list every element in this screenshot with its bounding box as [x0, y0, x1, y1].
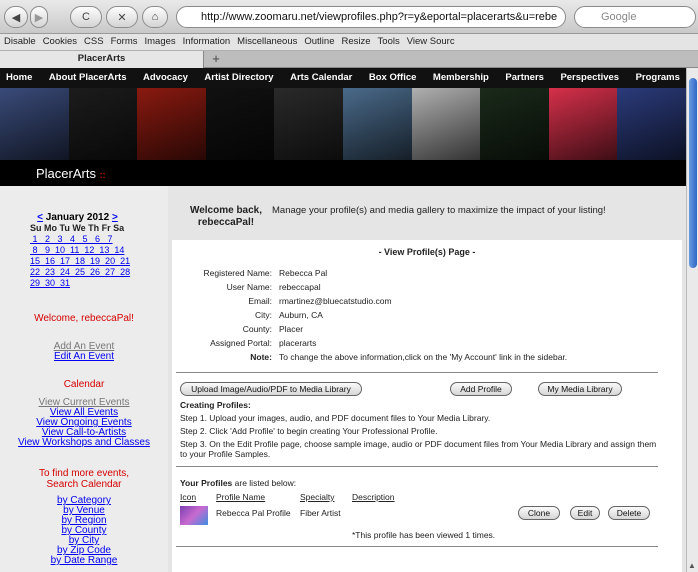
profile-thumbnail[interactable]: [180, 506, 208, 525]
nav-item[interactable]: Box Office: [369, 68, 417, 88]
home-button[interactable]: ⌂: [142, 6, 168, 28]
nav-item[interactable]: Perspectives: [560, 68, 619, 88]
reload-button[interactable]: C: [70, 6, 102, 28]
edit-event-link[interactable]: Edit An Event: [0, 352, 168, 362]
sidebar: < January 2012 > Su Mo Tu We Th Fr Sa 1 …: [0, 186, 168, 572]
banner-image: [617, 88, 686, 160]
banner-image: [480, 88, 549, 160]
profile-specialty: Fiber Artist: [300, 508, 341, 518]
banner-image: [205, 88, 275, 160]
devbar-item[interactable]: Outline: [304, 36, 334, 47]
devbar-item[interactable]: CSS: [84, 36, 104, 47]
banner-image: [548, 88, 618, 160]
calendar-week[interactable]: 22 23 24 25 26 27 28: [30, 267, 150, 278]
divider: [176, 546, 658, 547]
devbar-item[interactable]: Forms: [111, 36, 138, 47]
devbar-item[interactable]: Information: [183, 36, 231, 47]
nav-item[interactable]: About PlacerArts: [49, 68, 127, 88]
nav-item[interactable]: Partners: [505, 68, 544, 88]
nav-item[interactable]: Arts Calendar: [290, 68, 352, 88]
edit-button[interactable]: Edit: [570, 506, 600, 520]
calendar-heading: Calendar: [63, 379, 105, 390]
step-3: Step 3. On the Edit Profile page, choose…: [180, 439, 657, 459]
col-profile-name: Profile Name: [216, 492, 266, 502]
scrollbar-thumb[interactable]: [689, 78, 697, 268]
devbar-item[interactable]: Cookies: [43, 36, 77, 47]
calendar-week[interactable]: 1 2 3 4 5 6 7: [30, 234, 150, 245]
next-month-link[interactable]: >: [112, 212, 118, 223]
step-2: Step 2. Click 'Add Profile' to begin cre…: [180, 426, 438, 436]
profile-panel: - View Profile(s) Page - Registered Name…: [172, 240, 682, 572]
scroll-down-arrow-icon[interactable]: ▲: [688, 561, 696, 570]
find-more-events: To find more events, Search Calendar: [38, 468, 130, 490]
nav-item[interactable]: Programs: [636, 68, 680, 88]
tab-bar: PlacerArts +: [0, 51, 698, 68]
banner-image: [342, 88, 412, 160]
prev-month-link[interactable]: <: [37, 212, 43, 223]
nav-item[interactable]: Membership: [433, 68, 489, 88]
my-media-library-button[interactable]: My Media Library: [538, 382, 622, 396]
col-icon: Icon: [180, 492, 197, 502]
divider: [176, 466, 658, 467]
profile-name: Rebecca Pal Profile: [216, 508, 291, 518]
welcome-back: Welcome back, rebeccaPal!: [189, 205, 263, 228]
sidebar-link[interactable]: View Workshops and Classes: [0, 438, 168, 448]
col-description: Description: [352, 492, 395, 502]
devbar-item[interactable]: Tools: [378, 36, 400, 47]
calendar-week[interactable]: 8 9 10 11 12 13 14: [30, 245, 150, 256]
upload-media-button[interactable]: Upload Image/Audio/PDF to Media Library: [180, 382, 362, 396]
web-developer-toolbar: Disable Cookies CSS Forms Images Information M…: [0, 34, 698, 51]
nav-item[interactable]: Home: [6, 68, 32, 88]
url-bar[interactable]: http://www.zoomaru.net/viewprofiles.php?…: [176, 6, 566, 28]
banner-image: [137, 88, 206, 160]
new-tab-button[interactable]: +: [206, 52, 226, 67]
banner-image: [68, 88, 138, 160]
site-banner: [0, 88, 686, 160]
col-specialty: Specialty: [300, 492, 335, 502]
site-logo[interactable]: PlacerArts ::: [36, 166, 106, 181]
creating-profiles-heading: Creating Profiles:: [180, 400, 251, 410]
devbar-item[interactable]: Resize: [341, 36, 370, 47]
mini-calendar: < January 2012 > Su Mo Tu We Th Fr Sa 1 …: [30, 212, 150, 289]
devbar-item[interactable]: View Sourc: [407, 36, 455, 47]
sidebar-welcome: Welcome, rebeccaPal!: [34, 313, 134, 324]
divider: [176, 372, 658, 373]
banner-image: [411, 88, 481, 160]
calendar-week[interactable]: 29 30 31: [30, 278, 150, 289]
clone-button[interactable]: Clone: [518, 506, 560, 520]
nav-item[interactable]: Advocacy: [143, 68, 188, 88]
add-profile-button[interactable]: Add Profile: [450, 382, 512, 396]
banner-image: [274, 88, 343, 160]
intro-text: Manage your profile(s) and media gallery…: [272, 205, 606, 216]
devbar-item[interactable]: Miscellaneous: [237, 36, 297, 47]
page-heading: - View Profile(s) Page -: [378, 247, 476, 257]
calendar-weekdays: Su Mo Tu We Th Fr Sa: [30, 223, 125, 233]
scrollbar[interactable]: ▲: [686, 68, 698, 572]
your-profiles-heading: Your Profiles are listed below:: [180, 478, 297, 488]
forward-button[interactable]: ▶: [30, 6, 48, 28]
tab-placerarts[interactable]: PlacerArts: [0, 51, 204, 68]
back-button[interactable]: ◀: [4, 6, 28, 28]
profile-view-count: *This profile has been viewed 1 times.: [352, 530, 496, 540]
devbar-item[interactable]: Disable: [4, 36, 36, 47]
search-input[interactable]: Google: [574, 6, 696, 28]
sidebar-link[interactable]: by Date Range: [0, 556, 168, 566]
browser-toolbar: ◀ ▶ C ✕ ⌂ http://www.zoomaru.net/viewpro…: [0, 0, 698, 34]
step-1: Step 1. Upload your images, audio, and P…: [180, 413, 491, 423]
devbar-item[interactable]: Images: [144, 36, 175, 47]
delete-button[interactable]: Delete: [608, 506, 650, 520]
brand-bar: PlacerArts ::: [0, 160, 686, 186]
banner-image: [0, 88, 69, 160]
site-nav: Home About PlacerArts Advocacy Artist Direc…: [0, 68, 686, 88]
calendar-week[interactable]: 15 16 17 18 19 20 21: [30, 256, 150, 267]
stop-button[interactable]: ✕: [106, 6, 138, 28]
main-content: Welcome back, rebeccaPal! Manage your pr…: [168, 186, 686, 572]
calendar-title: < January 2012 >: [37, 212, 118, 223]
nav-item[interactable]: Artist Directory: [204, 68, 273, 88]
